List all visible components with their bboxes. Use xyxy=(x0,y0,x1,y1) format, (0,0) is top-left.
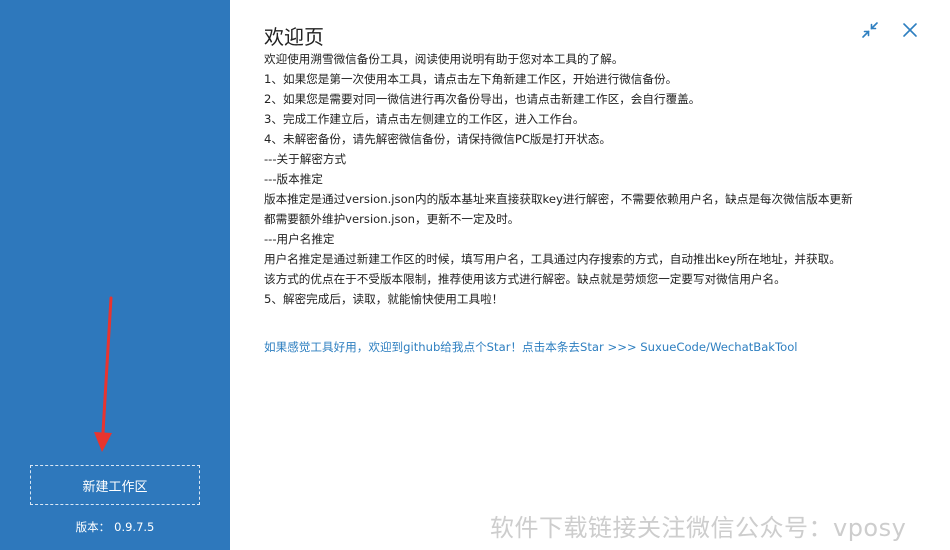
instruction-line: ---关于解密方式 xyxy=(264,152,347,166)
instruction-line: 该方式的优点在于不受版本限制，推荐使用该方式进行解密。缺点就是劳烦您一定要写对微… xyxy=(264,272,786,286)
instruction-line: 版本推定是通过version.json内的版本基址来直接获取key进行解密，不需… xyxy=(264,192,853,206)
new-workspace-label: 新建工作区 xyxy=(82,479,148,495)
watermark-text: 软件下载链接关注微信公众号：vposy xyxy=(490,514,907,542)
shrink-button[interactable] xyxy=(858,18,882,42)
instruction-line: 1、如果您是第一次使用本工具，请点击左下角新建工作区，开始进行微信备份。 xyxy=(264,72,678,86)
page-title: 欢迎页 xyxy=(264,25,324,49)
instruction-line: 3、完成工作建立后，请点击左侧建立的工作区，进入工作台。 xyxy=(264,112,585,126)
new-workspace-button[interactable]: 新建工作区 xyxy=(30,465,200,505)
instruction-line: ---用户名推定 xyxy=(264,232,335,246)
version-label: 版本： xyxy=(75,520,111,534)
close-icon xyxy=(903,23,917,37)
shrink-icon xyxy=(862,22,878,38)
instructions-text: 欢迎使用溯雪微信备份工具，阅读使用说明有助于您对本工具的了解。 1、如果您是第一… xyxy=(264,49,924,309)
version-info: 版本： 0.9.7.5 xyxy=(0,519,230,535)
instruction-line: 2、如果您是需要对同一微信进行再次备份导出，也请点击新建工作区，会自行覆盖。 xyxy=(264,92,701,106)
instruction-line: 用户名推定是通过新建工作区的时候，填写用户名，工具通过内存搜索的方式，自动推出k… xyxy=(264,252,841,266)
instruction-line: 4、未解密备份，请先解密微信备份，请保持微信PC版是打开状态。 xyxy=(264,132,612,146)
instruction-line: 都需要额外维护version.json，更新不一定及时。 xyxy=(264,212,520,226)
main-panel: 欢迎页 欢迎使用溯雪微信备份工具，阅读使用说明有助于您对本工具的了解。 1、如果… xyxy=(230,0,950,550)
close-button[interactable] xyxy=(898,18,922,42)
sidebar: 新建工作区 版本： 0.9.7.5 xyxy=(0,0,230,550)
instruction-line: 欢迎使用溯雪微信备份工具，阅读使用说明有助于您对本工具的了解。 xyxy=(264,52,624,66)
app-window: 新建工作区 版本： 0.9.7.5 欢迎页 欢迎使用溯雪微信备份工具，阅读使用说… xyxy=(0,0,950,550)
instruction-line: 5、解密完成后，读取，就能愉快使用工具啦！ xyxy=(264,292,504,306)
version-value: 0.9.7.5 xyxy=(114,520,155,534)
github-star-link[interactable]: 如果感觉工具好用，欢迎到github给我点个Star！点击本条去Star >>>… xyxy=(264,339,798,355)
instruction-line: ---版本推定 xyxy=(264,172,323,186)
